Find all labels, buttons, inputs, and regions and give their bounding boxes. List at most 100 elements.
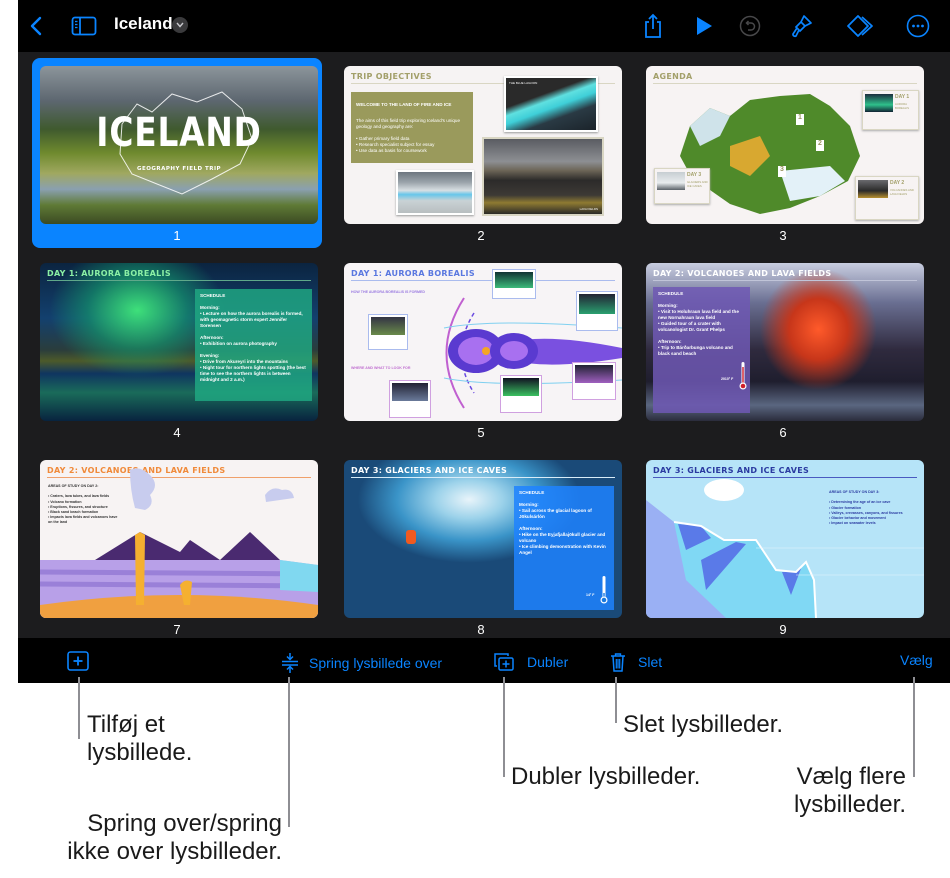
ice-climber [406, 530, 416, 544]
play-icon[interactable] [691, 13, 717, 39]
slide-grid: ICELAND GEOGRAPHY FIELD TRIP 1 TRIP OBJE… [18, 52, 950, 638]
slide-thumbnail-7[interactable]: DAY 2: VOLCANOES AND LAVA FIELDS AREAS O… [32, 452, 322, 642]
agenda-card-day-3: DAY 3 GLACIERS AND ICE CAVES [654, 168, 710, 204]
animate-icon[interactable] [846, 12, 878, 40]
bottom-toolbar [18, 638, 950, 683]
diagram-photo-card [389, 380, 431, 418]
slide-thumbnail-9[interactable]: DAY 3: GLACIERS AND ICE CAVES AREAS OF S… [638, 452, 928, 642]
slide-7-preview: DAY 2: VOLCANOES AND LAVA FIELDS AREAS O… [40, 460, 318, 618]
map-marker: 3 [778, 166, 786, 177]
slide-3-title: AGENDA [653, 72, 693, 81]
skip-slide-icon [282, 653, 298, 673]
day-label: DAY 3 [687, 172, 702, 178]
slide-number: 9 [779, 622, 787, 637]
slide-4-title: DAY 1: AURORA BOREALIS [47, 269, 171, 278]
callout-skip-slide: Spring over/spring ikke over lysbilleder… [67, 810, 282, 865]
slide-3-preview: AGENDA 1 2 3 DAY 1 AURORA BOREALIS DAY 2… [646, 66, 924, 224]
photo-lava-fields: LAVA FIELDS [482, 137, 604, 216]
callout-delete: Slet lysbilleder. [623, 711, 784, 738]
slide-thumbnail-5[interactable]: DAY 1: AURORA BOREALIS HOW THE AURORA BO… [336, 255, 626, 445]
thermometer-icon [600, 576, 608, 604]
delete-button[interactable]: Slet [610, 652, 662, 672]
share-icon[interactable] [640, 11, 666, 41]
callout-select: Vælg flere lysbilleder. [793, 763, 906, 818]
duplicate-button[interactable]: Dubler [493, 652, 568, 672]
slide-6-preview: DAY 2: VOLCANOES AND LAVA FIELDS SCHEDUL… [646, 263, 924, 421]
photo-geothermal-pool [396, 170, 474, 215]
diagram-photo-card [576, 291, 618, 331]
format-brush-icon[interactable] [788, 11, 816, 41]
duplicate-label: Dubler [527, 654, 569, 670]
slide-number: 4 [173, 425, 181, 440]
document-title[interactable]: Iceland [114, 14, 173, 34]
callout-line-select [913, 677, 915, 777]
slide-8-schedule-box: SCHEDULE Morning: • Sail across the glac… [514, 486, 614, 610]
title-rule [653, 83, 917, 84]
slide-thumbnail-1[interactable]: ICELAND GEOGRAPHY FIELD TRIP 1 [32, 58, 322, 248]
slide-thumbnail-8[interactable]: DAY 3: GLACIERS AND ICE CAVES SCHEDULE M… [336, 452, 626, 642]
slide-8-preview: DAY 3: GLACIERS AND ICE CAVES SCHEDULE M… [344, 460, 622, 618]
slide-2-text-box: WELCOME TO THE LAND OF FIRE AND ICE The … [351, 92, 473, 163]
section-label: WHERE AND WHAT TO LOOK FOR [351, 366, 411, 370]
sidebar-icon[interactable] [70, 14, 98, 38]
slide-4-schedule-box: SCHEDULE Morning: • Lecture on how the a… [195, 289, 312, 401]
diagram-photo-card [572, 362, 616, 400]
diagram-photo-card [500, 375, 542, 413]
thermometer-icon [739, 362, 747, 390]
title-rule [351, 280, 615, 281]
slide-number: 6 [779, 425, 787, 440]
add-slide-button[interactable] [66, 649, 90, 673]
slide-thumbnail-3[interactable]: AGENDA 1 2 3 DAY 1 AURORA BOREALIS DAY 2… [638, 58, 928, 248]
slide-thumbnail-6[interactable]: DAY 2: VOLCANOES AND LAVA FIELDS SCHEDUL… [638, 255, 928, 445]
select-label: Vælg [900, 652, 933, 668]
slide-6-title: DAY 2: VOLCANOES AND LAVA FIELDS [653, 269, 832, 278]
section-label: HOW THE AURORA BOREALIS IS FORMED [351, 290, 426, 294]
slide-number: 5 [477, 425, 485, 440]
title-rule [653, 280, 917, 281]
callout-line-duplicate [503, 677, 505, 777]
volcano-diagram [40, 468, 318, 618]
diagram-photo-card [492, 269, 536, 299]
slide-2-title: TRIP OBJECTIVES [351, 72, 432, 81]
day-label: DAY 2 [890, 180, 905, 186]
box-title: WELCOME TO THE LAND OF FIRE AND ICE [356, 102, 452, 107]
back-icon[interactable] [24, 14, 48, 38]
map-marker: 2 [816, 140, 824, 151]
box-body: The aims of this field trip exploring Ic… [356, 118, 461, 153]
title-chevron-down-icon[interactable] [172, 17, 188, 33]
slide-number: 1 [173, 228, 181, 243]
day-topic: AURORA BOREALIS [895, 102, 909, 110]
title-rule [351, 477, 615, 478]
slide-number: 7 [173, 622, 181, 637]
more-icon[interactable] [905, 13, 931, 39]
top-toolbar: Iceland [18, 0, 950, 52]
slide-1-preview: ICELAND GEOGRAPHY FIELD TRIP [40, 66, 318, 224]
agenda-card-day-2: DAY 2 VOLCANOES AND LAVA FIELDS [855, 176, 919, 220]
keynote-screen: Iceland ICELAND GEOGRAPHY FIELD TRIP 1 T… [18, 0, 950, 683]
duplicate-icon [494, 653, 514, 671]
delete-label: Slet [638, 654, 663, 670]
slide-2-preview: TRIP OBJECTIVES WELCOME TO THE LAND OF F… [344, 66, 622, 224]
slide-thumbnail-4[interactable]: DAY 1: AURORA BOREALIS SCHEDULE Morning:… [32, 255, 322, 445]
slide-1-title: ICELAND [96, 110, 262, 156]
select-button[interactable]: Vælg [900, 652, 933, 668]
slide-thumbnail-2[interactable]: TRIP OBJECTIVES WELCOME TO THE LAND OF F… [336, 58, 626, 248]
temperature-label: 14° F [586, 593, 595, 597]
slide-4-preview: DAY 1: AURORA BOREALIS SCHEDULE Morning:… [40, 263, 318, 421]
day-topic: VOLCANOES AND LAVA FIELDS [890, 188, 914, 196]
callout-duplicate: Dubler lysbilleder. [511, 763, 701, 790]
slide-8-title: DAY 3: GLACIERS AND ICE CAVES [351, 466, 508, 475]
slide-1-subtitle: GEOGRAPHY FIELD TRIP [136, 166, 222, 172]
skip-slide-button[interactable]: Spring lysbillede over [280, 652, 442, 674]
slide-number: 2 [477, 228, 485, 243]
map-marker: 1 [796, 114, 804, 125]
temperature-label: 2010° F [721, 377, 734, 381]
undo-icon[interactable] [737, 13, 763, 39]
skip-slide-label: Spring lysbillede over [309, 655, 443, 671]
photo-blue-lagoon: THE BLUE LAGOON [504, 76, 598, 132]
plus-square-icon [67, 651, 89, 671]
day-topic: GLACIERS AND ICE CAVES [687, 180, 708, 188]
slide-5-title: DAY 1: AURORA BOREALIS [351, 269, 475, 278]
callout-line-skip [288, 677, 290, 827]
glacier-diagram [646, 479, 924, 618]
